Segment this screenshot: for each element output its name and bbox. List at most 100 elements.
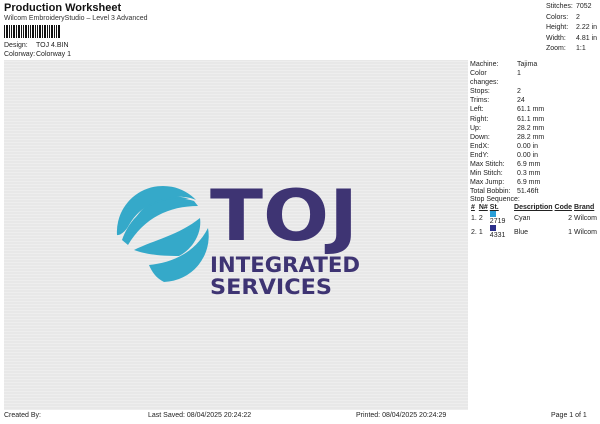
row-num: 1. [471, 214, 477, 222]
info-row: Up: 28.2 mm [470, 124, 598, 133]
stitch-count-value: 2719 [489, 218, 506, 225]
stitch-count-value: 4331 [489, 232, 506, 239]
info-label: Min Stitch: [470, 170, 503, 178]
logo-main-text: TOJ [210, 175, 358, 257]
footer-created: Created By: [4, 412, 41, 419]
info-value: 61.1 mm [517, 106, 545, 114]
info-row: Color changes: 1 [470, 69, 598, 87]
stat-row: Zoom: 1:1 [546, 44, 597, 55]
footer-saved: Last Saved: 08/04/2025 20:24:22 [148, 412, 252, 419]
info-row: EndX: 0.00 in [470, 142, 598, 151]
machine-info: Machine: Tajima Color changes: 1 Stops: 2 T… [470, 60, 598, 196]
logo-line2-text: SERVICES [210, 275, 332, 299]
design-row: Design: TOJ 4.BIN [4, 42, 69, 49]
info-value: 24 [517, 97, 525, 105]
info-value: 0.00 in [517, 142, 539, 150]
design-value: TOJ 4.BIN [36, 42, 69, 49]
footer-printed: Printed: 08/04/2025 20:24:29 [356, 412, 447, 419]
logo-line1-text: INTEGRATED [210, 253, 360, 277]
globe-icon [116, 185, 209, 282]
col-header: # [471, 204, 475, 211]
info-row: Max Jump: 6.9 mm [470, 178, 598, 187]
info-value: 0.00 in [517, 151, 539, 159]
stop-sequence-table: # N# St. Description Code Brand 1. 2 271… [470, 204, 598, 239]
colorway-row: Colorway:Colorway 1 [4, 51, 71, 58]
barcode [4, 25, 66, 38]
info-value: 6.9 mm [517, 161, 541, 169]
design-preview: TOJ INTEGRATED SERVICES [4, 60, 468, 410]
needle-number: 2 [478, 214, 483, 222]
stop-sequence-title: Stop Sequence: [470, 196, 520, 203]
color-code: 2 [568, 214, 573, 222]
table-row: 2. 1 4331 Blue 1 Wilcom [470, 225, 598, 239]
color-description: Blue [514, 228, 529, 236]
design-stats: Stitches: 7052 Colors: 2 Height: 2.22 in Wi… [546, 2, 597, 55]
info-row: Stops: 2 [470, 87, 598, 96]
info-label: EndY: [470, 151, 489, 159]
color-swatch [489, 225, 496, 232]
info-row: Right: 61.1 mm [470, 115, 598, 124]
info-row: EndY: 0.00 in [470, 151, 598, 160]
info-label: Left: [470, 106, 484, 114]
stat-value: 2 [576, 13, 580, 21]
needle-number: 1 [478, 228, 483, 236]
stitch-count: 2719 [489, 211, 513, 225]
stat-row: Stitches: 7052 [546, 2, 597, 13]
info-label: EndX: [470, 142, 490, 150]
stitch-count: 4331 [489, 225, 513, 239]
info-value: 61.1 mm [517, 115, 545, 123]
design-label: Design: [4, 42, 28, 49]
info-row: Min Stitch: 0.3 mm [470, 169, 598, 178]
info-label: Machine: [470, 61, 499, 68]
info-label: Stops: [470, 88, 490, 96]
stat-row: Colors: 2 [546, 13, 597, 24]
software-subtitle: Wilcom EmbroideryStudio – Level 3 Advanc… [4, 15, 148, 22]
info-value: 6.9 mm [517, 179, 541, 187]
info-label: Color changes: [470, 70, 499, 87]
info-row: Down: 28.2 mm [470, 133, 598, 142]
info-row: Max Stitch: 6.9 mm [470, 160, 598, 169]
color-brand: Wilcom [574, 214, 597, 222]
table-row: 1. 2 2719 Cyan 2 Wilcom [470, 211, 598, 225]
footer-page: Page 1 of 1 [551, 412, 587, 419]
stat-value: 4.81 in [576, 34, 598, 42]
stat-row: Width: 4.81 in [546, 34, 597, 45]
colorway-label: Colorway: [4, 51, 36, 58]
col-header: N# [478, 204, 488, 211]
info-label: Max Stitch: [470, 161, 505, 169]
stop-sequence: Stop Sequence: # N# St. Description Code… [470, 196, 598, 239]
color-swatch [489, 211, 496, 218]
stat-row: Height: 2.22 in [546, 23, 597, 34]
colorway-value: Colorway 1 [36, 51, 72, 58]
stat-label: Zoom: [546, 45, 566, 52]
info-value: Tajima [517, 61, 538, 68]
color-description: Cyan [514, 214, 531, 222]
col-header: St. [489, 204, 499, 211]
info-value: 28.2 mm [517, 133, 545, 141]
col-header: Brand [574, 204, 595, 211]
row-num: 2. [471, 228, 477, 236]
info-label: Up: [470, 124, 481, 132]
color-brand: Wilcom [574, 228, 597, 236]
stat-value: 1:1 [576, 45, 586, 52]
col-header: Description [514, 204, 553, 211]
embroidery-logo: TOJ INTEGRATED SERVICES [116, 175, 360, 299]
info-value: 28.2 mm [517, 124, 545, 132]
info-label: Trims: [470, 97, 490, 105]
stat-label: Height: [546, 24, 569, 31]
info-value: 1 [517, 70, 521, 78]
stat-label: Colors: [546, 13, 569, 21]
info-row: Trims: 24 [470, 96, 598, 105]
stat-label: Stitches: [546, 3, 573, 10]
info-row: Left: 61.1 mm [470, 105, 598, 114]
stat-label: Width: [546, 34, 566, 42]
info-value: 2 [517, 88, 521, 96]
stat-value: 2.22 in [576, 24, 598, 31]
color-code: 1 [568, 228, 573, 236]
info-label: Down: [470, 133, 490, 141]
info-value: 0.3 mm [517, 170, 541, 178]
info-row: Machine: Tajima [470, 60, 598, 69]
col-header: Code [554, 204, 573, 211]
page-title: Production Worksheet [4, 2, 122, 14]
stat-value: 7052 [576, 3, 592, 10]
